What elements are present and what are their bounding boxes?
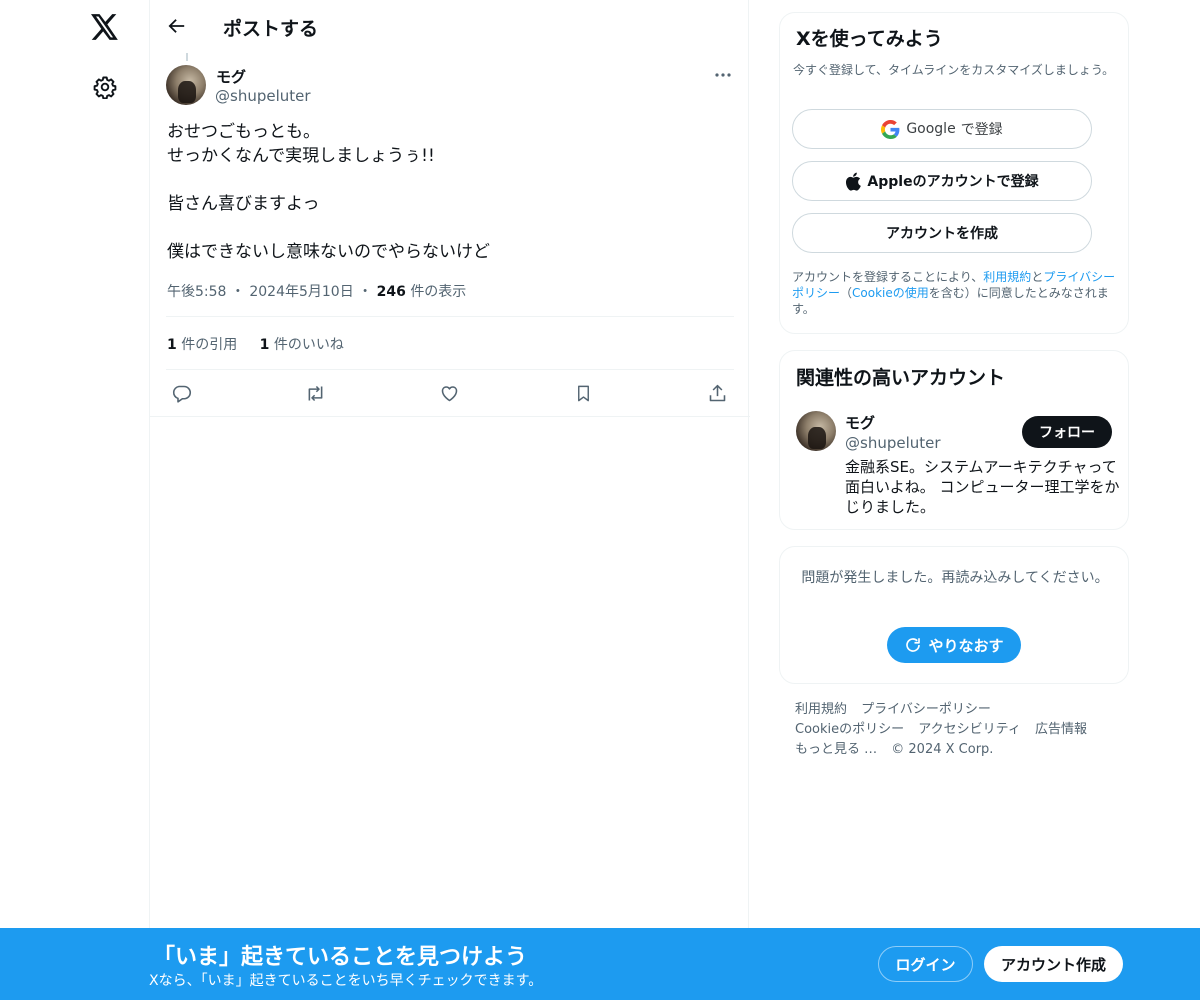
- post-text-line: [167, 216, 727, 240]
- legal-paren-open: （: [840, 286, 853, 300]
- main-column: ポストする モグ @shupeluter おせつごもっとも。 せっかくなんで実現…: [149, 0, 750, 1000]
- footer-link[interactable]: プライバシーポリシー: [861, 702, 991, 717]
- footer-link[interactable]: 広告情報: [1035, 722, 1087, 737]
- post-text-line: [167, 168, 727, 192]
- create-account-button[interactable]: アカウントを作成: [792, 213, 1092, 253]
- meta-separator: ・: [230, 284, 245, 300]
- post-text-line: 皆さん喜びますよっ: [167, 194, 320, 214]
- google-signup-button[interactable]: Google で登録: [792, 109, 1092, 149]
- author-name[interactable]: モグ: [216, 66, 246, 87]
- reply-icon[interactable]: [168, 380, 194, 406]
- related-name[interactable]: モグ: [845, 412, 875, 433]
- post-text-line: 僕はできないし意味ないのでやらないけど: [167, 242, 490, 262]
- refresh-icon: [904, 636, 922, 654]
- login-button[interactable]: ログイン: [878, 946, 973, 982]
- quotes-label: 件の引用: [181, 337, 238, 353]
- banner-title: 「いま」起きていることを見つけよう: [153, 945, 528, 970]
- author-handle[interactable]: @shupeluter: [215, 87, 311, 105]
- more-options-icon[interactable]: [712, 64, 734, 86]
- terms-link[interactable]: 利用規約: [983, 270, 1031, 284]
- meta-separator: ・: [358, 284, 373, 300]
- repost-icon[interactable]: [302, 380, 328, 406]
- post-meta: 午後5:58 ・ 2024年5月10日 ・ 246 件の表示: [167, 281, 466, 301]
- thread-line: [186, 53, 188, 61]
- avatar[interactable]: [796, 411, 836, 451]
- login-banner: 「いま」起きていることを見つけよう Xなら、「いま」起きていることをいち早くチェ…: [0, 928, 1200, 1000]
- create-account-label: アカウントを作成: [886, 226, 998, 242]
- google-brand-label: Google: [906, 121, 956, 137]
- divider: [166, 369, 734, 370]
- arrow-left-icon[interactable]: [164, 13, 190, 39]
- likes-count: 1: [259, 337, 270, 353]
- like-icon[interactable]: [436, 380, 462, 406]
- google-suffix-label: で登録: [960, 122, 1003, 138]
- divider: [150, 416, 750, 417]
- post-text: おせつごもっとも。 せっかくなんで実現しましょうぅ!! 皆さん喜びますよっ 僕は…: [167, 120, 727, 264]
- likes-label: 件のいいね: [273, 337, 344, 353]
- left-nav: [0, 0, 150, 1000]
- footer-link[interactable]: アクセシビリティ: [918, 722, 1021, 737]
- retry-button[interactable]: やりなおす: [887, 627, 1021, 663]
- divider: [166, 316, 734, 317]
- signup-subtitle: 今すぐ登録して、タイムラインをカスタマイズしましょう。: [793, 63, 1115, 77]
- legal-prefix: アカウントを登録することにより、: [792, 270, 984, 284]
- error-message: 問題が発生しました。再読み込みしてください。: [801, 570, 1109, 586]
- post-date[interactable]: 2024年5月10日: [249, 284, 353, 300]
- gear-icon[interactable]: [91, 73, 119, 101]
- error-card: 問題が発生しました。再読み込みしてください。 やりなおす: [779, 546, 1129, 684]
- views-label: 件の表示: [410, 284, 467, 300]
- related-accounts-card: 関連性の高いアカウント モグ @shupeluter フォロー 金融系SE。シス…: [779, 350, 1129, 530]
- post-text-line: せっかくなんで実現しましょうぅ!!: [167, 146, 435, 166]
- footer-links: 利用規約 プライバシーポリシー Cookieのポリシー アクセシビリティ 広告情…: [795, 700, 1115, 760]
- quotes-count: 1: [167, 337, 177, 353]
- google-icon: [881, 119, 900, 139]
- page-header: ポストする: [150, 0, 750, 53]
- bookmark-icon[interactable]: [570, 380, 596, 406]
- related-bio: 金融系SE。システムアーキテクチャって面白いよね。 コンピューター理工学をかじり…: [845, 458, 1120, 516]
- related-title: 関連性の高いアカウント: [796, 367, 1006, 389]
- copyright: © 2024 X Corp.: [891, 742, 994, 757]
- signup-button[interactable]: アカウント作成: [984, 946, 1123, 982]
- footer-link[interactable]: Cookieのポリシー: [795, 722, 904, 737]
- quotes-stat[interactable]: 1 件の引用: [167, 334, 237, 354]
- x-logo-icon[interactable]: [90, 12, 120, 42]
- apple-icon: [845, 172, 862, 191]
- apple-signup-button[interactable]: Appleのアカウントで登録: [792, 161, 1092, 201]
- page-title: ポストする: [223, 18, 319, 40]
- follow-button[interactable]: フォロー: [1022, 416, 1112, 448]
- footer-more-link[interactable]: もっと見る …: [795, 742, 877, 757]
- post-text-line: おせつごもっとも。: [167, 122, 320, 142]
- cookie-link[interactable]: Cookieの使用: [852, 286, 929, 300]
- share-icon[interactable]: [704, 380, 730, 406]
- signup-card: Xを使ってみよう 今すぐ登録して、タイムラインをカスタマイズしましょう。 Goo…: [779, 12, 1129, 334]
- related-handle[interactable]: @shupeluter: [845, 434, 941, 452]
- signup-title: Xを使ってみよう: [796, 28, 943, 50]
- views-count: 246: [376, 284, 406, 300]
- post-stats: 1 件の引用 1 件のいいね: [167, 334, 362, 354]
- avatar[interactable]: [166, 65, 206, 105]
- post-actions: [150, 380, 750, 408]
- banner-subtitle: Xなら、「いま」起きていることをいち早くチェックできます。: [149, 973, 543, 989]
- footer-link[interactable]: 利用規約: [795, 702, 847, 717]
- legal-and: と: [1031, 270, 1044, 284]
- likes-stat[interactable]: 1 件のいいね: [260, 334, 344, 354]
- post-time[interactable]: 午後5:58: [167, 284, 226, 300]
- retry-label: やりなおす: [928, 636, 1004, 655]
- apple-signup-label: Appleのアカウントで登録: [867, 174, 1039, 190]
- legal-text: アカウントを登録することにより、利用規約とプライバシーポリシー（Cookieの使…: [792, 269, 1120, 317]
